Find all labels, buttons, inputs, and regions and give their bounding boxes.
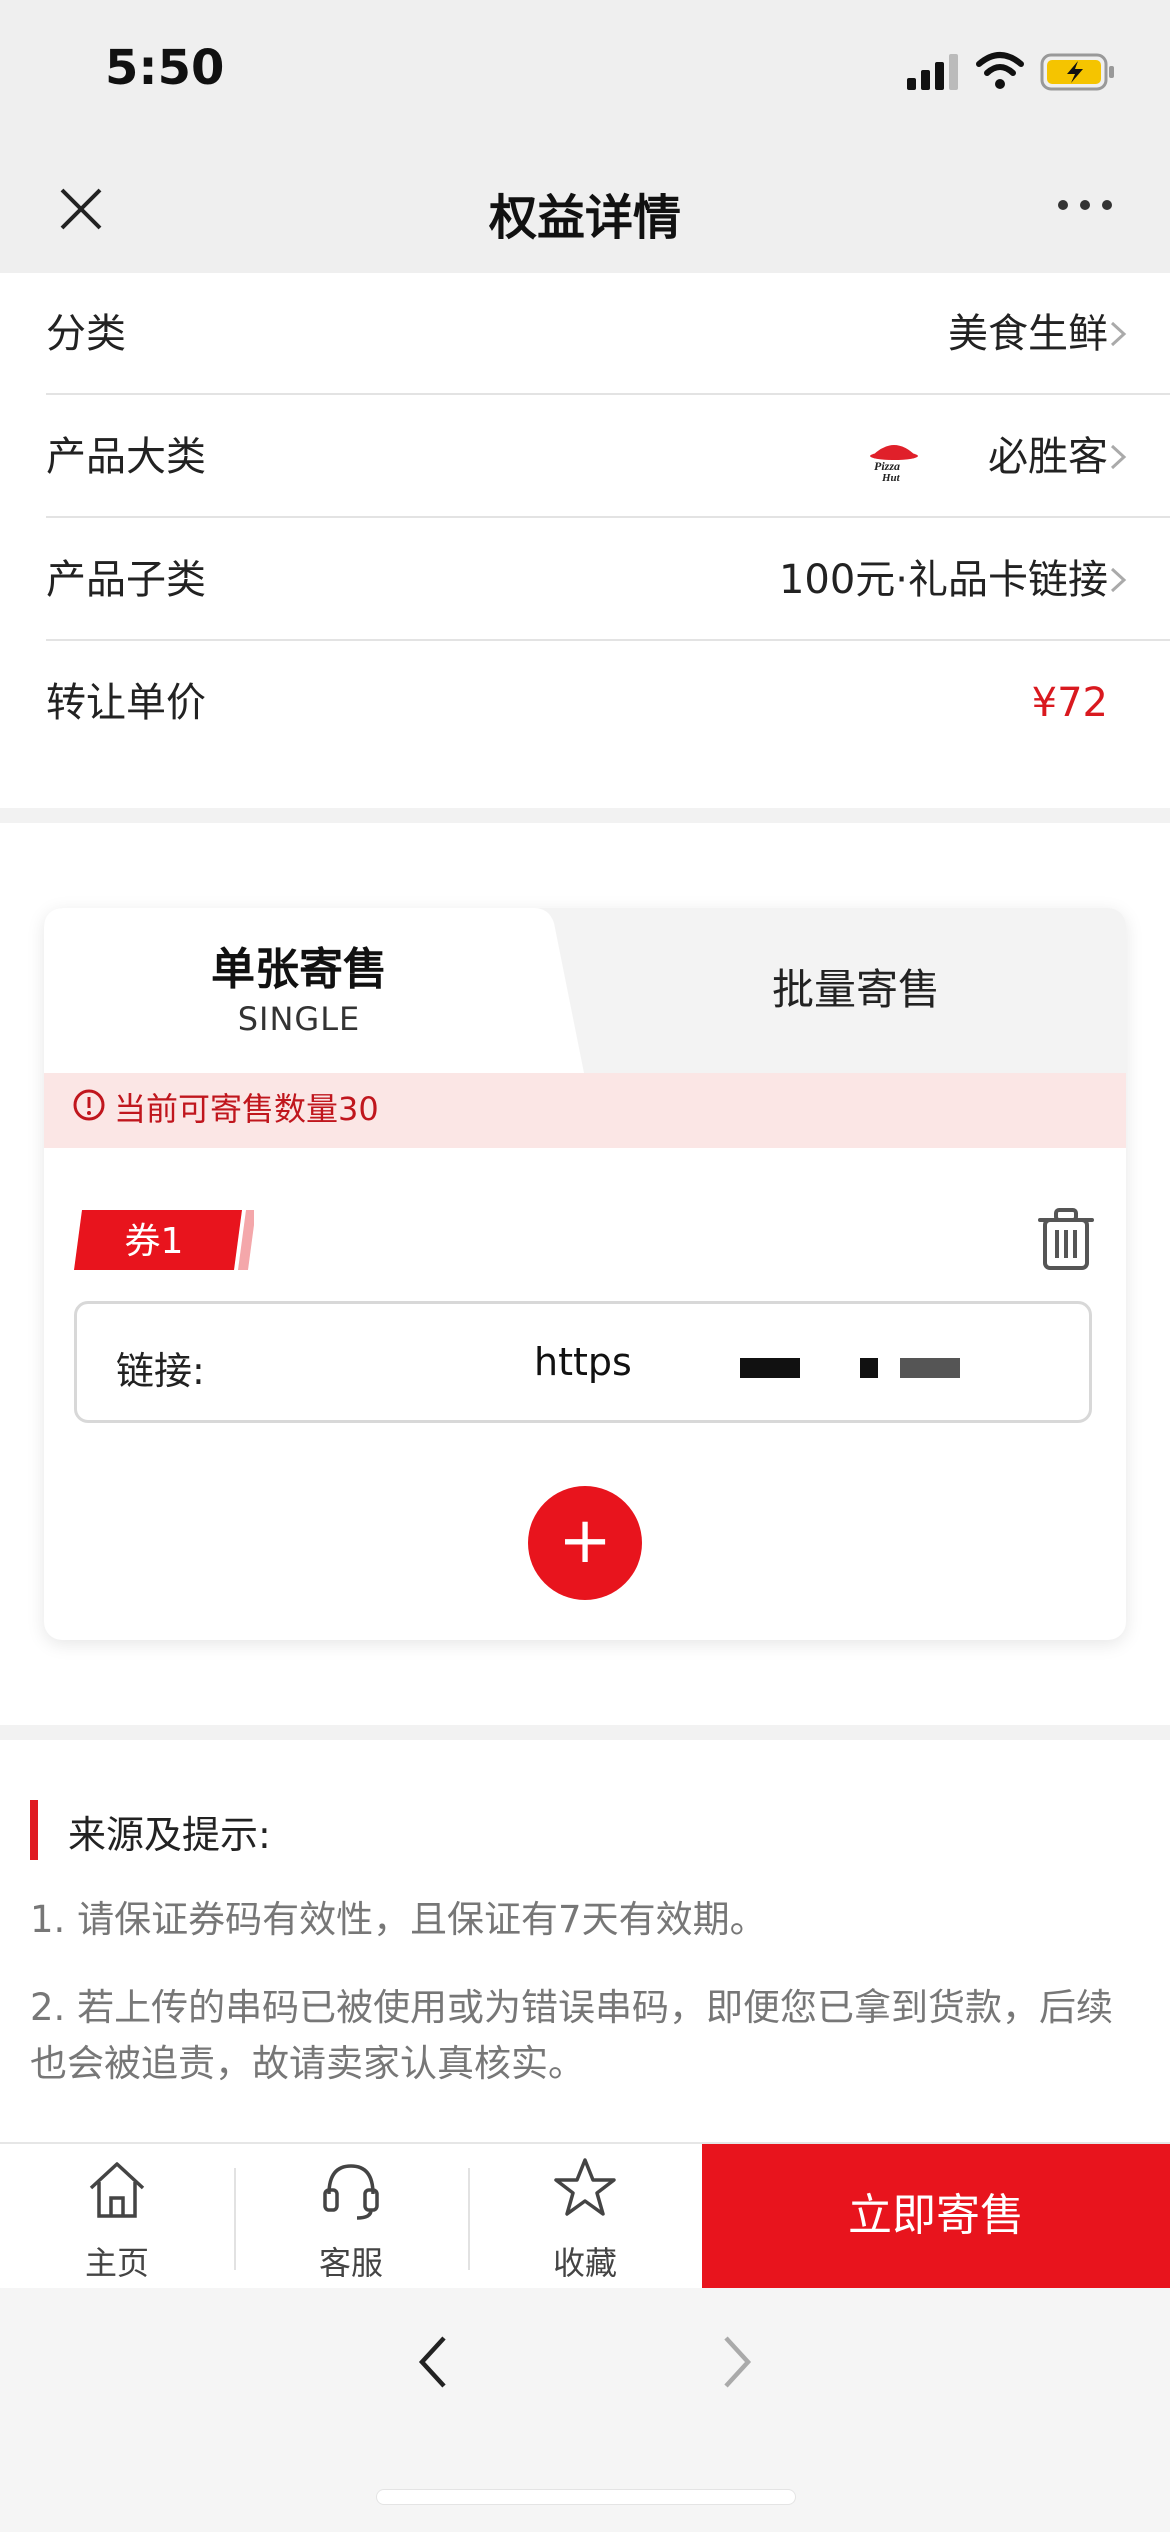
category-row[interactable]: 分类 美食生鲜 [0, 273, 1170, 395]
back-arrow-icon[interactable] [410, 2332, 456, 2392]
tip-item: 1. 请保证券码有效性，且保证有7天有效期。 [30, 1898, 767, 1941]
unit-price-label: 转让单价 [46, 680, 206, 726]
home-indicator[interactable] [376, 2489, 796, 2505]
unit-price-row: 转让单价 ¥72 [0, 642, 1170, 764]
chevron-right-icon [1110, 321, 1127, 347]
notice-text: 当前可寄售数量30 [114, 1090, 379, 1128]
redacted-block [860, 1358, 878, 1378]
consign-card: 单张寄售 SINGLE 批量寄售 当前可寄售数量30 券1 链接: https … [44, 908, 1126, 1640]
tab-batch[interactable]: 批量寄售 [586, 956, 1126, 1017]
tips-accent-bar [30, 1800, 38, 1860]
redacted-block [740, 1358, 800, 1378]
alert-circle-icon [73, 1089, 105, 1121]
page-title: 权益详情 [488, 190, 681, 246]
tips-title: 来源及提示: [68, 1813, 271, 1857]
headset-icon [323, 2164, 379, 2220]
divider [46, 639, 1170, 641]
product-subcategory-value: 100元·礼品卡链接 [778, 557, 1108, 603]
category-value: 美食生鲜 [948, 311, 1108, 357]
tab-single[interactable]: 单张寄售 SINGLE [44, 908, 584, 1073]
star-icon [554, 2158, 616, 2216]
more-options-icon[interactable] [1055, 190, 1115, 220]
tip-item: 2. 若上传的串码已被使用或为错误串码，即便您已拿到货款，后续也会被追责，故请卖… [30, 1986, 1114, 2085]
unit-price-value: ¥72 [1031, 680, 1108, 726]
tab-single-subtitle: SINGLE [237, 1000, 361, 1038]
redacted-block [900, 1358, 960, 1378]
product-info-section: 分类 美食生鲜 产品大类 Pizza Hut 必胜客 产品子类 100元·礼品卡… [0, 273, 1170, 808]
divider [46, 516, 1170, 518]
tab-single-title: 单张寄售 [211, 944, 387, 995]
svg-text:Hut: Hut [881, 472, 901, 484]
home-label: 主页 [84, 2244, 149, 2282]
battery-charging-icon [1040, 53, 1114, 91]
product-category-row[interactable]: 产品大类 Pizza Hut 必胜客 [0, 396, 1170, 518]
product-subcategory-row[interactable]: 产品子类 100元·礼品卡链接 [0, 519, 1170, 641]
product-subcategory-label: 产品子类 [46, 557, 206, 603]
forward-arrow-icon[interactable] [714, 2332, 760, 2392]
chevron-right-icon [1110, 444, 1127, 470]
product-category-label: 产品大类 [46, 434, 206, 480]
pizza-hut-logo-icon: Pizza Hut [870, 445, 918, 484]
favorite-label: 收藏 [552, 2244, 617, 2282]
status-time: 5:50 [105, 40, 225, 96]
sell-now-label: 立即寄售 [848, 2190, 1024, 2241]
chevron-right-icon [1110, 567, 1127, 593]
category-label: 分类 [46, 311, 126, 357]
trash-icon[interactable] [1034, 1206, 1098, 1272]
plus-icon: + [558, 1504, 612, 1578]
wifi-icon [976, 52, 1024, 89]
svg-text:Pizza: Pizza [874, 459, 900, 473]
coupon-tag-label: 券1 [124, 1221, 184, 1262]
link-label: 链接: [116, 1349, 205, 1393]
link-value: https [534, 1340, 632, 1384]
home-icon [89, 2162, 145, 2218]
cellular-signal-icon [907, 54, 958, 90]
customer-service-label: 客服 [318, 2244, 383, 2282]
product-category-value: 必胜客 [988, 434, 1108, 480]
divider [46, 393, 1170, 395]
